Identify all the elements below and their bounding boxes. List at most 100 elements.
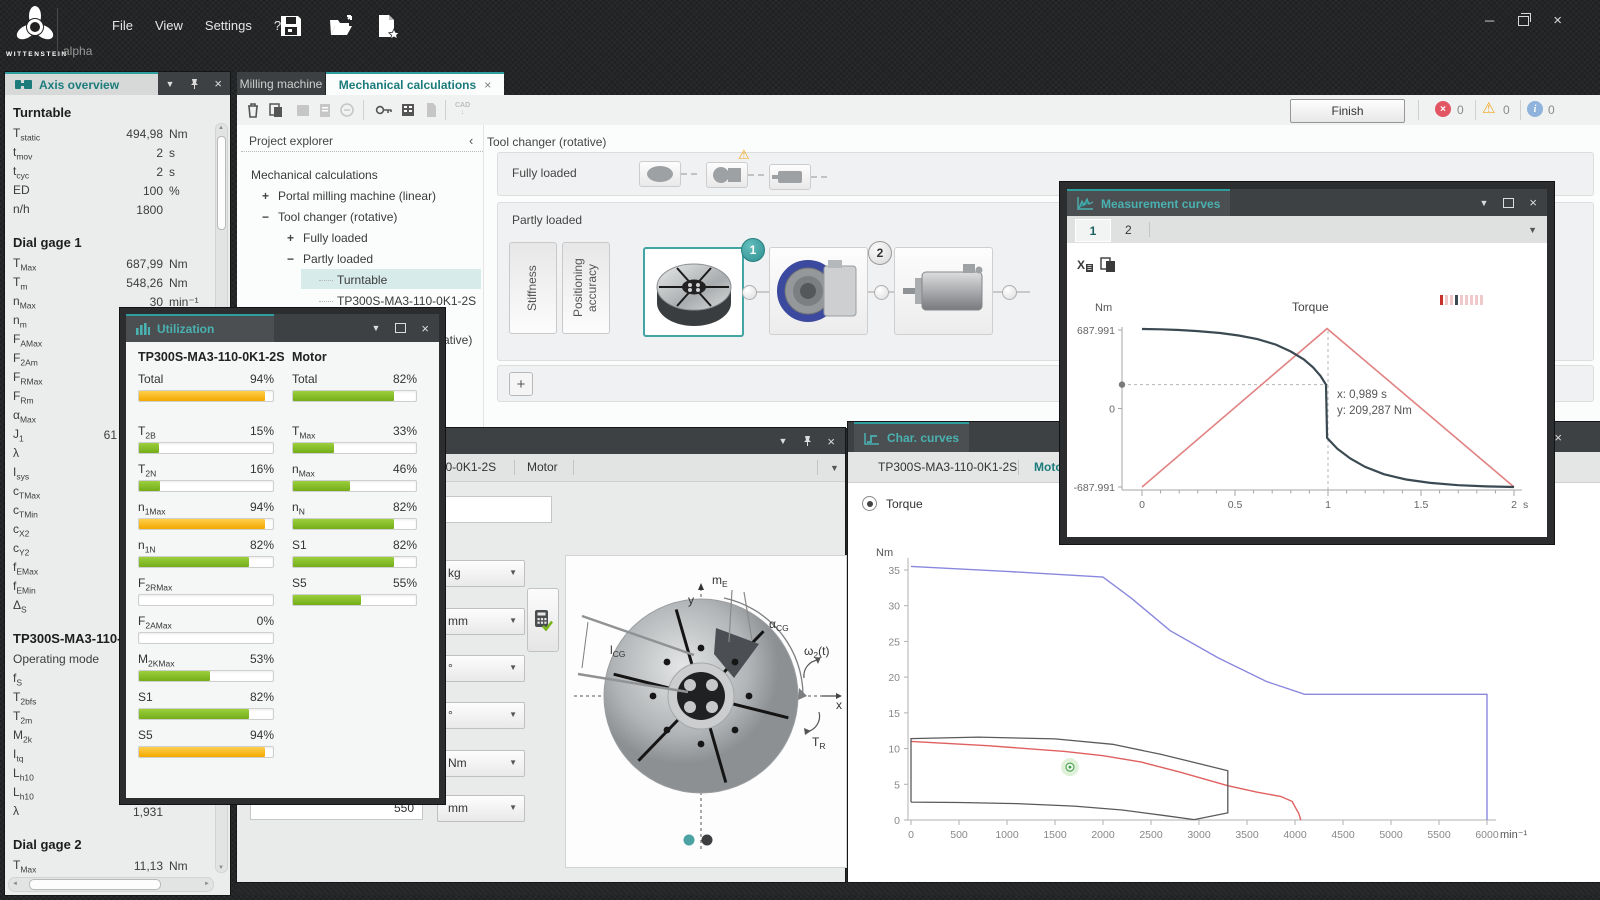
tree-item-turntable[interactable]: Turntable xyxy=(319,270,387,290)
page-dot[interactable] xyxy=(702,835,713,846)
collapse-explorer-icon[interactable]: ‹ xyxy=(469,133,473,148)
delete-icon[interactable] xyxy=(245,102,261,118)
scroll-right-icon[interactable]: ► xyxy=(204,881,210,887)
panel-menu-icon[interactable]: ▼ xyxy=(1479,198,1488,208)
close-icon[interactable]: × xyxy=(1529,195,1537,210)
maximize-icon[interactable] xyxy=(1503,198,1514,208)
tab-close-icon[interactable]: × xyxy=(484,78,491,92)
curve-tab-1[interactable]: 1 xyxy=(1075,219,1111,242)
panel-menu-icon[interactable]: ▼ xyxy=(371,323,380,333)
menu-item-view[interactable]: View xyxy=(155,18,183,33)
chevron-down-icon[interactable]: ▼ xyxy=(509,616,517,625)
menu-item-file[interactable]: File xyxy=(112,18,133,33)
panel-menu-icon[interactable]: ▼ xyxy=(778,436,787,446)
new-project-icon[interactable] xyxy=(374,13,400,39)
connector-node[interactable] xyxy=(874,285,889,300)
paste-icon-disabled[interactable] xyxy=(295,102,311,118)
mini-turntable-card[interactable] xyxy=(639,161,681,187)
unit-dropdown[interactable]: mm▼ xyxy=(437,795,525,822)
axis-overview-tab[interactable]: Axis overview xyxy=(5,72,158,95)
tab-gearbox[interactable]: TP300S-MA3-110-0K1-2S xyxy=(878,460,1017,474)
chevron-down-icon[interactable]: ▼ xyxy=(509,758,517,767)
cad-download-icon-disabled[interactable]: CAD↓ xyxy=(455,102,470,116)
tree-item-mechanical-calculations[interactable]: Mechanical calculations xyxy=(251,165,378,185)
tree-item-tool-changer-rotative-[interactable]: −Tool changer (rotative) xyxy=(262,207,397,227)
panel-menu-icon[interactable]: ▼ xyxy=(165,79,174,89)
window-restore-button[interactable] xyxy=(1518,16,1529,26)
add-button[interactable]: + xyxy=(509,372,533,396)
utilization-percent: 82% xyxy=(393,538,417,554)
tab-overflow-icon[interactable]: ▼ xyxy=(1528,225,1537,235)
chevron-down-icon[interactable]: ▼ xyxy=(509,568,517,577)
unit-dropdown[interactable]: °▼ xyxy=(437,655,525,682)
label-mE: mE xyxy=(712,573,728,589)
scroll-up-icon[interactable]: ▲ xyxy=(218,125,224,131)
tree-item-portal-milling-machine-linear-[interactable]: +Portal milling machine (linear) xyxy=(262,186,436,206)
tab-mechanical-calculations[interactable]: Mechanical calculations × xyxy=(326,72,504,95)
tree-item-fully-loaded[interactable]: +Fully loaded xyxy=(287,228,368,248)
scrollbar-thumb[interactable] xyxy=(29,879,161,890)
price-icon-disabled[interactable] xyxy=(339,102,355,118)
window-close-button[interactable]: × xyxy=(1553,12,1562,29)
tree-item-partly-loaded[interactable]: −Partly loaded xyxy=(287,249,373,269)
tree-expander-icon[interactable]: + xyxy=(262,189,278,203)
save-icon[interactable] xyxy=(278,13,304,39)
splitter[interactable] xyxy=(483,125,484,428)
pin-icon[interactable] xyxy=(189,78,199,90)
chevron-down-icon[interactable]: ▼ xyxy=(509,803,517,812)
menu-item-settings[interactable]: Settings xyxy=(205,18,252,33)
copy-icon[interactable] xyxy=(268,102,284,118)
scroll-down-icon[interactable]: ▼ xyxy=(218,865,224,871)
unit-dropdown[interactable]: mm▼ xyxy=(437,608,525,635)
finish-button[interactable]: Finish xyxy=(1290,99,1405,123)
sidebar-row: Tstatic494,98Nm xyxy=(5,126,230,145)
scrollbar-thumb[interactable] xyxy=(217,136,226,230)
unit-dropdown[interactable]: Nm▼ xyxy=(437,750,525,777)
connector-node[interactable] xyxy=(742,285,757,300)
mini-gearbox-card[interactable] xyxy=(706,162,748,188)
window-minimize-button[interactable]: ─ xyxy=(1485,13,1494,28)
scroll-left-icon[interactable]: ◄ xyxy=(12,881,18,887)
badge-1[interactable]: 1 xyxy=(741,238,765,262)
unit-dropdown[interactable]: °▼ xyxy=(437,702,525,729)
chevron-down-icon[interactable]: ▼ xyxy=(509,663,517,672)
positioning-accuracy-button[interactable]: Positioning accuracy xyxy=(562,242,610,334)
turntable-component-card[interactable] xyxy=(643,247,744,337)
page-dot-active[interactable] xyxy=(684,835,695,846)
tree-expander-icon[interactable]: − xyxy=(262,210,278,224)
sidebar-row-label: λ xyxy=(13,446,19,460)
tab-overflow-icon[interactable]: ▼ xyxy=(830,463,839,473)
document-icon-disabled[interactable] xyxy=(423,102,439,118)
stiffness-button[interactable]: Stiffness xyxy=(509,242,557,334)
tab-milling-machine[interactable]: Milling machine xyxy=(237,72,325,95)
mini-motor-card[interactable] xyxy=(769,164,811,190)
unit-dropdown[interactable]: kg▼ xyxy=(437,560,525,587)
curve-tab-2[interactable]: 2 xyxy=(1125,223,1132,237)
tree-expander-icon[interactable]: − xyxy=(287,252,303,266)
tab-motor[interactable]: Motor xyxy=(527,460,558,474)
close-icon[interactable]: × xyxy=(214,76,222,91)
open-project-icon[interactable] xyxy=(328,13,354,39)
close-icon[interactable]: × xyxy=(827,434,835,449)
data-table-icon[interactable] xyxy=(400,102,416,118)
badge-2[interactable]: 2 xyxy=(868,241,892,265)
char-curves-tab[interactable]: Char. curves xyxy=(854,422,969,452)
close-icon[interactable]: × xyxy=(1554,430,1562,445)
motor-component-card[interactable] xyxy=(894,247,993,335)
connector-node[interactable] xyxy=(1002,285,1017,300)
calculate-button[interactable] xyxy=(527,588,559,652)
radio-selected-icon[interactable] xyxy=(862,496,877,511)
maximize-icon[interactable] xyxy=(395,323,406,333)
utilization-tab[interactable]: Utilization xyxy=(126,314,274,342)
measurement-tab[interactable]: Measurement curves xyxy=(1067,189,1230,216)
key-icon[interactable] xyxy=(375,102,393,118)
gearbox-component-card[interactable] xyxy=(769,247,868,335)
horizontal-scrollbar[interactable]: ◄ ► xyxy=(8,877,214,892)
close-icon[interactable]: × xyxy=(421,321,429,336)
chevron-down-icon[interactable]: ▼ xyxy=(509,710,517,719)
tree-expander-icon[interactable]: + xyxy=(287,231,303,245)
report-icon-disabled[interactable] xyxy=(317,102,333,118)
pin-icon[interactable] xyxy=(802,435,812,447)
unit-value: ° xyxy=(448,708,453,722)
sidebar-row-unit: Nm xyxy=(169,276,188,290)
